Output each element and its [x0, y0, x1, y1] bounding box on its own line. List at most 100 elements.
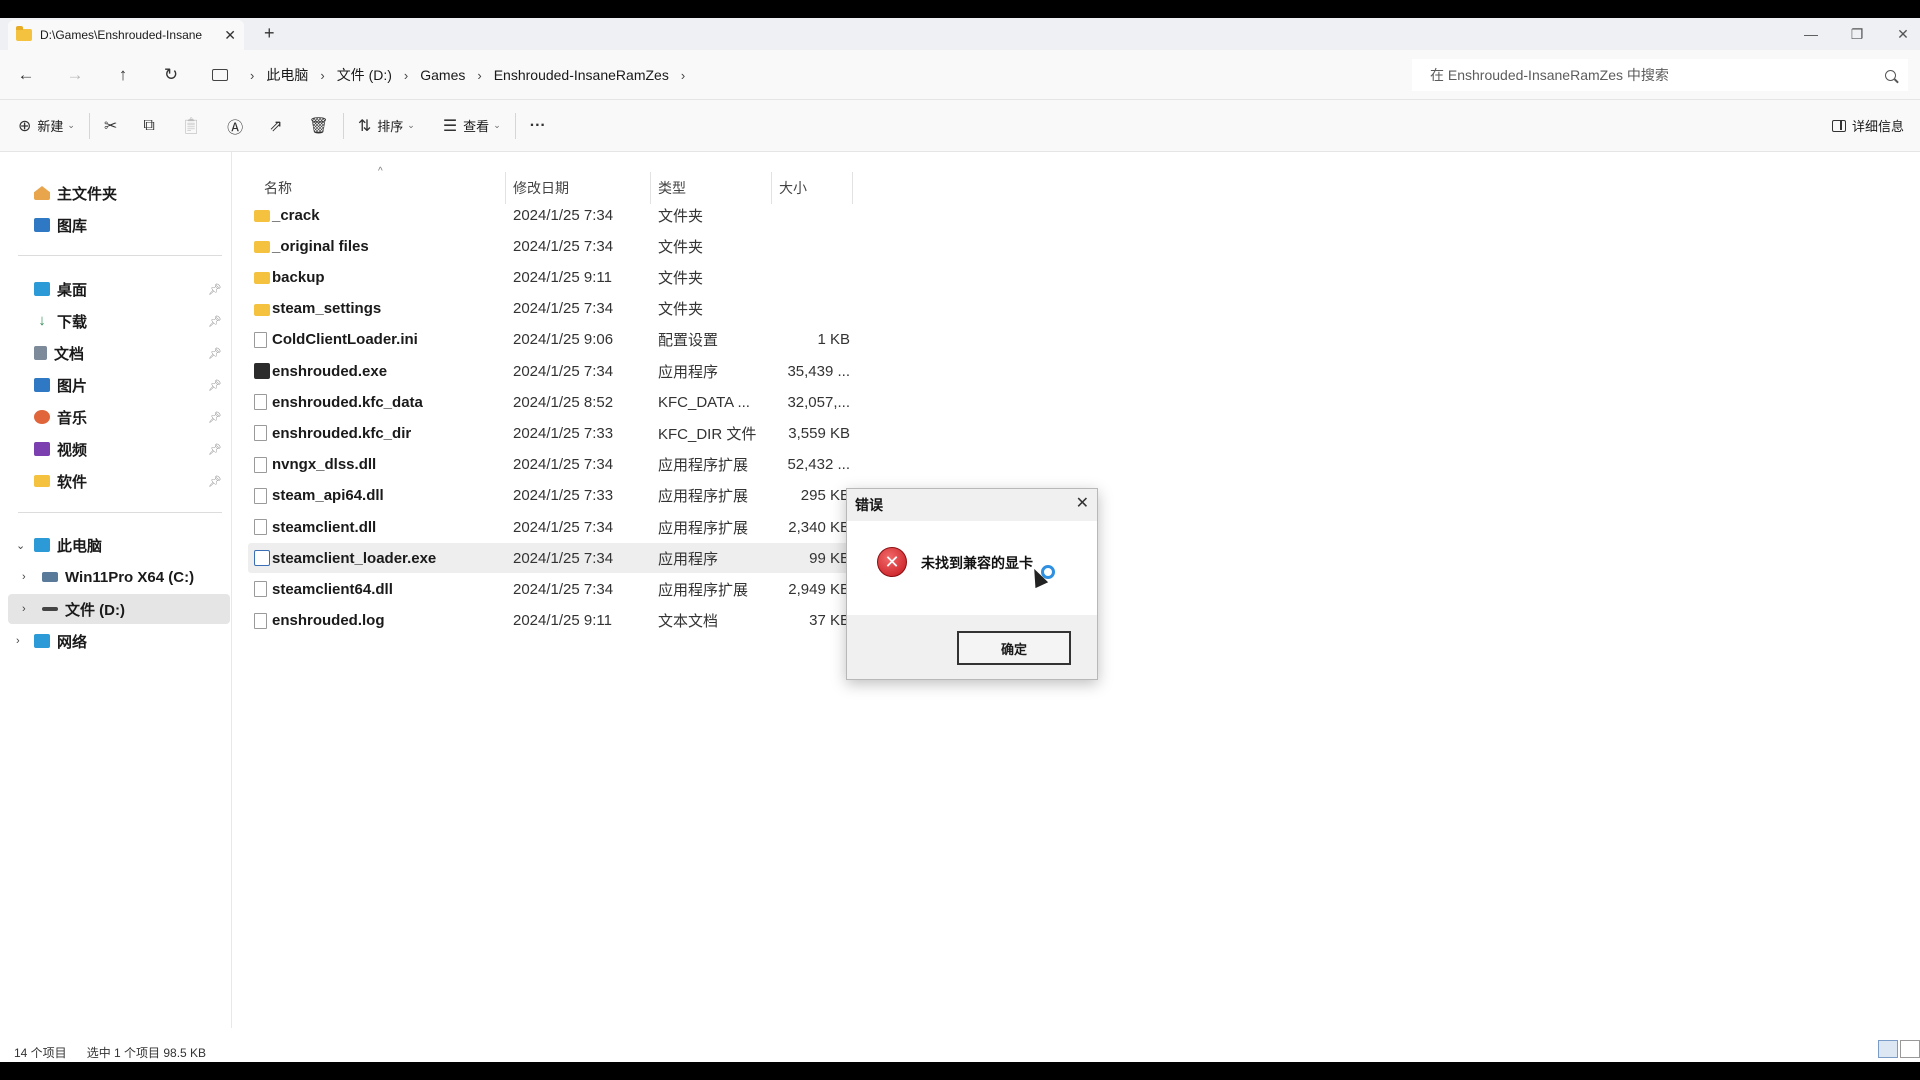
chevron-right-icon[interactable]: ›	[681, 68, 685, 83]
column-header-name[interactable]: 名称	[264, 178, 292, 200]
dialog-close-button[interactable]: ✕	[1076, 493, 1089, 513]
sidebar-item-pictures[interactable]: 图片 📌︎	[8, 370, 230, 400]
rename-button[interactable]: Ⓐ	[227, 109, 243, 143]
file-date: 2024/1/25 9:11	[513, 612, 612, 630]
chevron-down-icon[interactable]: ⌄	[16, 539, 25, 552]
dialog-message: 未找到兼容的显卡	[921, 555, 1033, 571]
download-icon: ↓	[38, 312, 46, 329]
minimize-button[interactable]: —	[1788, 18, 1834, 50]
breadcrumb-current-folder[interactable]: Enshrouded-InsaneRamZes	[494, 67, 669, 83]
details-pane-button[interactable]: 详细信息	[1831, 116, 1904, 135]
pin-icon[interactable]: 📌︎	[208, 475, 222, 488]
up-button[interactable]: ↑	[109, 62, 137, 88]
column-header-date[interactable]: 修改日期	[513, 178, 569, 200]
table-row[interactable]: steamclient.dll 2024/1/25 7:34 应用程序扩展 2,340…	[248, 512, 852, 542]
table-row[interactable]: steam_settings 2024/1/25 7:34 文件夹	[248, 294, 852, 324]
breadcrumb[interactable]: › 此电脑 › 文件 (D:) › Games › Enshrouded-Ins…	[206, 59, 1406, 91]
table-row[interactable]: enshrouded.kfc_dir 2024/1/25 7:33 KFC_DIR …	[248, 418, 852, 448]
dialog-title: 错误	[855, 497, 883, 513]
close-window-button[interactable]: ✕	[1880, 18, 1920, 50]
table-row[interactable]: steam_api64.dll 2024/1/25 7:33 应用程序扩展 295 K…	[248, 481, 852, 511]
tab-current[interactable]: D:\Games\Enshrouded-Insane ✕	[8, 20, 244, 50]
sidebar-item-label: 视频	[57, 441, 88, 459]
sidebar-item-this-pc[interactable]: ⌄ 此电脑	[8, 530, 230, 560]
sidebar-item-downloads[interactable]: ↓ 下载 📌︎	[8, 306, 230, 336]
tiles-view-button[interactable]	[1900, 1040, 1920, 1058]
column-header-size[interactable]: 大小	[779, 178, 807, 200]
folder-icon	[34, 475, 50, 487]
sidebar-item-music[interactable]: 音乐 📌︎	[8, 402, 230, 432]
pin-icon[interactable]: 📌︎	[208, 283, 222, 296]
table-row[interactable]: nvngx_dlss.dll 2024/1/25 7:34 应用程序扩展 52,432…	[248, 450, 852, 480]
details-pane-icon	[1831, 119, 1846, 132]
sidebar-item-network[interactable]: › 网络	[8, 626, 230, 656]
table-row[interactable]: _original files 2024/1/25 7:34 文件夹	[248, 231, 852, 261]
sidebar-item-label: 此电脑	[57, 537, 103, 555]
copy-button[interactable]: ⧉	[143, 109, 154, 143]
sidebar-item-home[interactable]: 主文件夹	[8, 178, 230, 208]
sort-button[interactable]: ⇅ 排序 ⌄	[358, 109, 415, 143]
delete-button[interactable]: 🗑︎	[309, 109, 329, 143]
pin-icon[interactable]: 📌︎	[208, 411, 222, 424]
sidebar-item-drive-d[interactable]: › 文件 (D:)	[8, 594, 230, 624]
refresh-button[interactable]: ↻	[157, 62, 185, 88]
sidebar-item-documents[interactable]: 文档 📌︎	[8, 338, 230, 368]
file-icon	[254, 456, 267, 473]
sidebar-item-label: 文档	[54, 345, 85, 363]
view-button[interactable]: ☰ 查看 ⌄	[443, 109, 501, 143]
pin-icon[interactable]: 📌︎	[208, 347, 222, 360]
sidebar-item-gallery[interactable]: 图库	[8, 210, 230, 240]
file-name: enshrouded.kfc_data	[272, 393, 423, 411]
sidebar-item-software[interactable]: 软件 📌︎	[8, 466, 230, 496]
home-icon	[34, 186, 50, 200]
new-tab-button[interactable]: +	[264, 23, 275, 44]
table-row[interactable]: enshrouded.exe 2024/1/25 7:34 应用程序 35,439 .…	[248, 356, 852, 386]
maximize-button[interactable]: ❐	[1834, 18, 1880, 50]
pin-icon[interactable]: 📌︎	[208, 315, 222, 328]
breadcrumb-drive-d[interactable]: 文件 (D:)	[337, 65, 392, 85]
file-name: steam_api64.dll	[272, 487, 384, 505]
table-row[interactable]: ColdClientLoader.ini 2024/1/25 9:06 配置设置 1 …	[248, 325, 852, 355]
more-options-button[interactable]: ···	[530, 109, 546, 143]
file-type: 文件夹	[658, 238, 704, 256]
address-row: ← → ↑ ↻ › 此电脑 › 文件 (D:) › Games › Enshro…	[0, 50, 1920, 100]
breadcrumb-games[interactable]: Games	[420, 67, 465, 83]
paste-button[interactable]: 📋︎	[181, 109, 201, 143]
videos-icon	[34, 442, 50, 456]
ok-button[interactable]: 确定	[957, 631, 1071, 665]
tab-close-icon[interactable]: ✕	[224, 27, 236, 44]
table-row[interactable]: steamclient_loader.exe 2024/1/25 7:34 应用程序…	[248, 543, 852, 574]
chevron-right-icon[interactable]: ›	[22, 571, 26, 583]
breadcrumb-this-pc[interactable]: 此电脑	[266, 65, 308, 85]
details-view-button[interactable]	[1878, 1040, 1898, 1058]
new-button[interactable]: ⊕ 新建 ⌄	[18, 109, 75, 143]
sidebar-item-drive-c[interactable]: › Win11Pro X64 (C:)	[8, 562, 230, 592]
pin-icon[interactable]: 📌︎	[208, 443, 222, 456]
file-type: 应用程序	[658, 363, 719, 381]
sidebar-item-videos[interactable]: 视频 📌︎	[8, 434, 230, 464]
table-row[interactable]: enshrouded.log 2024/1/25 9:11 文本文档 37 KB	[248, 606, 852, 636]
column-header-type[interactable]: 类型	[658, 178, 686, 200]
file-size: 35,439 ...	[787, 362, 850, 380]
file-name: enshrouded.kfc_dir	[272, 424, 412, 442]
folder-icon	[16, 26, 32, 41]
divider[interactable]	[852, 172, 853, 204]
table-row[interactable]: enshrouded.kfc_data 2024/1/25 8:52 KFC_DAT…	[248, 387, 852, 417]
table-row[interactable]: _crack 2024/1/25 7:34 文件夹	[248, 200, 852, 230]
share-button[interactable]: ⇗	[269, 109, 282, 143]
pin-icon[interactable]: 📌︎	[208, 379, 222, 392]
file-icon	[254, 487, 267, 504]
table-row[interactable]: steamclient64.dll 2024/1/25 7:34 应用程序扩展 2,9…	[248, 574, 852, 604]
cut-button[interactable]: ✂	[104, 109, 117, 143]
back-button[interactable]: ←	[12, 62, 40, 88]
sidebar-item-desktop[interactable]: 桌面 📌︎	[8, 274, 230, 304]
chevron-right-icon[interactable]: ›	[16, 635, 20, 647]
table-row[interactable]: backup 2024/1/25 9:11 文件夹	[248, 262, 852, 292]
search-input[interactable]: 在 Enshrouded-InsaneRamZes 中搜索	[1412, 59, 1908, 91]
chevron-right-icon[interactable]: ›	[22, 603, 26, 615]
app-icon	[254, 550, 270, 567]
file-icon	[254, 331, 267, 348]
error-dialog: 错误 ✕ ✕ 未找到兼容的显卡 确定	[846, 488, 1098, 680]
sort-up-icon: ^	[378, 166, 383, 177]
forward-button[interactable]: →	[61, 62, 89, 88]
